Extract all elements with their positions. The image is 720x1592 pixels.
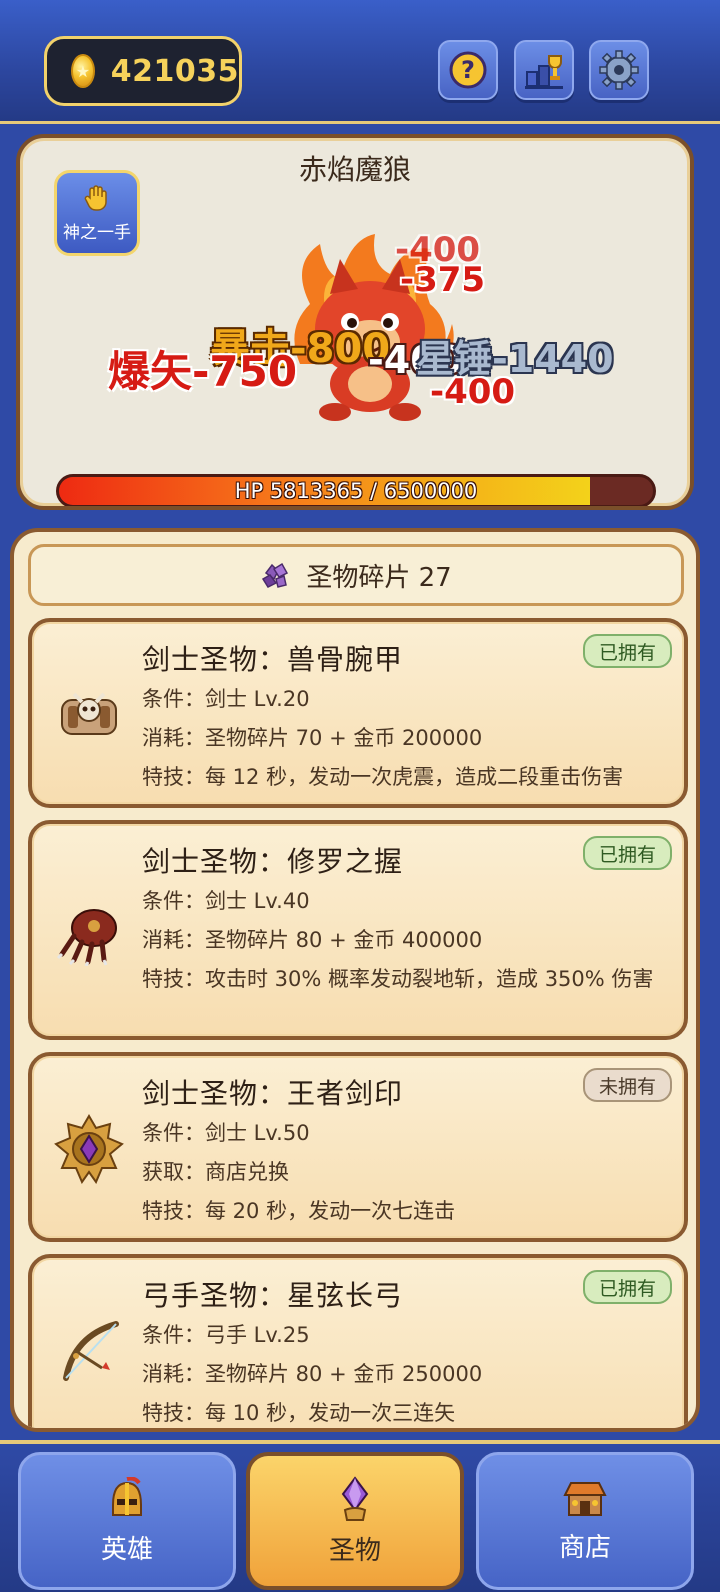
leaderboard-icon — [525, 55, 563, 89]
relic-shard-label: 圣物碎片 27 — [306, 562, 452, 593]
purple-crystal-icon — [341, 1475, 369, 1521]
skill-label: 神之一手 — [63, 222, 131, 243]
relic-cost: 消耗：圣物碎片 70 + 金币 200000 — [142, 726, 483, 750]
tab-relics[interactable]: 圣物 — [246, 1452, 464, 1590]
leaderboard-button[interactable] — [514, 40, 574, 100]
hand-icon — [84, 184, 107, 211]
tab-heroes[interactable]: 英雄 — [18, 1452, 236, 1590]
tab-relics-label: 圣物 — [328, 1535, 381, 1566]
relic-card[interactable]: 剑士圣物：修罗之握 已拥有 条件：剑士 Lv.40 消耗：圣物碎片 80 + 金… — [28, 820, 688, 1040]
relic-title: 剑士圣物：王者剑印 — [142, 1077, 404, 1110]
help-button[interactable]: ? — [438, 40, 498, 100]
skill-button[interactable]: 神之一手 — [54, 170, 140, 256]
relic-source: 获取：商店兑换 — [142, 1160, 289, 1184]
relic-skill: 特技：每 20 秒，发动一次七连击 — [142, 1199, 456, 1223]
tab-shop[interactable]: 商店 — [476, 1452, 694, 1590]
shop-icon — [563, 1481, 607, 1516]
top-bar: ★ 421035 ? — [0, 0, 720, 124]
damage-number: 爆矢-750 — [108, 347, 298, 396]
crystal-shard-icon — [262, 562, 289, 588]
status-badge: 已拥有 — [582, 1270, 672, 1304]
damage-number: -400 — [430, 372, 516, 412]
bottom-nav: 英雄 圣物 商店 — [0, 1440, 720, 1592]
bone-bracer-icon — [61, 692, 117, 735]
status-badge: 已拥有 — [582, 836, 672, 870]
claw-gauntlet-icon — [56, 909, 117, 966]
relic-skill: 特技：攻击时 30% 概率发动裂地斩，造成 350% 伤害 — [142, 967, 654, 991]
helmet-icon — [112, 1476, 142, 1516]
relic-card[interactable]: 剑士圣物：兽骨腕甲 已拥有 条件：剑士 Lv.20 消耗：圣物碎片 70 + 金… — [28, 618, 688, 808]
star-bow-icon — [63, 1321, 119, 1381]
boss-hp-text: HP 5813365 / 6500000 — [234, 479, 478, 503]
relic-requirement: 条件：剑士 Lv.50 — [142, 1121, 310, 1145]
boss-hp-bar: HP 5813365 / 6500000 — [56, 474, 656, 506]
coin-counter: ★ 421035 — [44, 36, 242, 106]
help-icon: ? — [449, 51, 487, 89]
relic-shard-counter: 圣物碎片 27 — [28, 544, 684, 606]
relic-cost: 消耗：圣物碎片 80 + 金币 250000 — [142, 1362, 483, 1386]
relic-requirement: 条件：弓手 Lv.25 — [142, 1323, 310, 1347]
tab-heroes-label: 英雄 — [100, 1534, 153, 1565]
svg-text:?: ? — [461, 56, 475, 84]
relic-card[interactable]: 剑士圣物：王者剑印 未拥有 条件：剑士 Lv.50 获取：商店兑换 特技：每 2… — [28, 1052, 688, 1242]
status-badge: 未拥有 — [582, 1068, 672, 1102]
boss-panel: 赤焰魔狼 神之一手 -400 -375 暴击-800 爆矢-750 -400 星… — [16, 134, 694, 510]
relic-requirement: 条件：剑士 Lv.40 — [142, 889, 310, 913]
settings-button[interactable] — [589, 40, 649, 100]
coin-amount: 421035 — [110, 53, 239, 89]
relic-title: 弓手圣物：星弦长弓 — [142, 1279, 404, 1312]
relic-card[interactable]: 弓手圣物：星弦长弓 已拥有 条件：弓手 Lv.25 消耗：圣物碎片 80 + 金… — [28, 1254, 688, 1428]
coin-icon: ★ — [71, 54, 95, 88]
relic-title: 剑士圣物：兽骨腕甲 — [142, 643, 404, 676]
damage-number: -375 — [400, 260, 486, 300]
relic-skill: 特技：每 10 秒，发动一次三连矢 — [142, 1401, 456, 1425]
relic-panel: 圣物碎片 27 剑士圣物：兽骨腕甲 已拥有 条件：剑士 Lv.20 消耗：圣物碎… — [10, 528, 700, 1432]
status-badge: 已拥有 — [582, 634, 672, 668]
relic-title: 剑士圣物：修罗之握 — [142, 845, 404, 878]
relic-skill: 特技：每 12 秒，发动一次虎震，造成二段重击伤害 — [142, 765, 624, 789]
tab-shop-label: 商店 — [558, 1532, 611, 1563]
relic-cost: 消耗：圣物碎片 80 + 金币 400000 — [142, 928, 483, 952]
settings-icon — [599, 50, 639, 90]
kings-seal-icon — [54, 1114, 124, 1184]
relic-requirement: 条件：剑士 Lv.20 — [142, 687, 310, 711]
